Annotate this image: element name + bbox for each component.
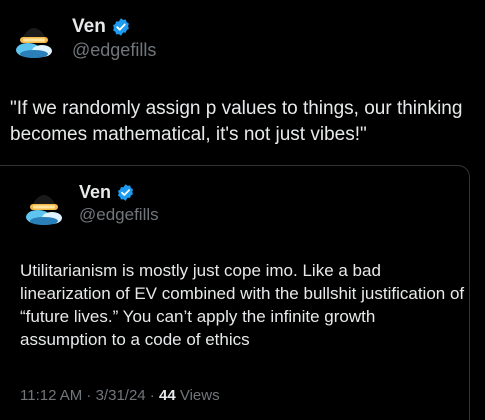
quoted-author-handle[interactable]: @edgefills <box>79 205 159 225</box>
author-name[interactable]: Ven <box>72 15 131 39</box>
verified-badge-icon <box>111 17 131 37</box>
tweet-text: "If we randomly assign p values to thing… <box>10 98 463 145</box>
tweet-meta: 11:12 AM · 3/31/24 · 44 Views <box>20 387 220 404</box>
avatar-image <box>10 14 58 62</box>
author-name-text: Ven <box>72 16 106 37</box>
quoted-author-name[interactable]: Ven <box>79 181 135 203</box>
views-count[interactable]: 44 <box>159 387 176 404</box>
avatar[interactable] <box>10 14 58 62</box>
views-label: Views <box>175 387 220 404</box>
verified-badge-icon <box>116 183 135 202</box>
quoted-author-name-text: Ven <box>79 181 112 202</box>
author-handle[interactable]: @edgefills <box>72 40 156 61</box>
quoted-tweet-text: Utilitarianism is mostly just cope imo. … <box>20 261 465 349</box>
quoted-avatar[interactable] <box>20 181 68 229</box>
avatar-image <box>20 181 68 229</box>
timestamp[interactable]: 11:12 AM · 3/31/24 · <box>20 387 159 404</box>
